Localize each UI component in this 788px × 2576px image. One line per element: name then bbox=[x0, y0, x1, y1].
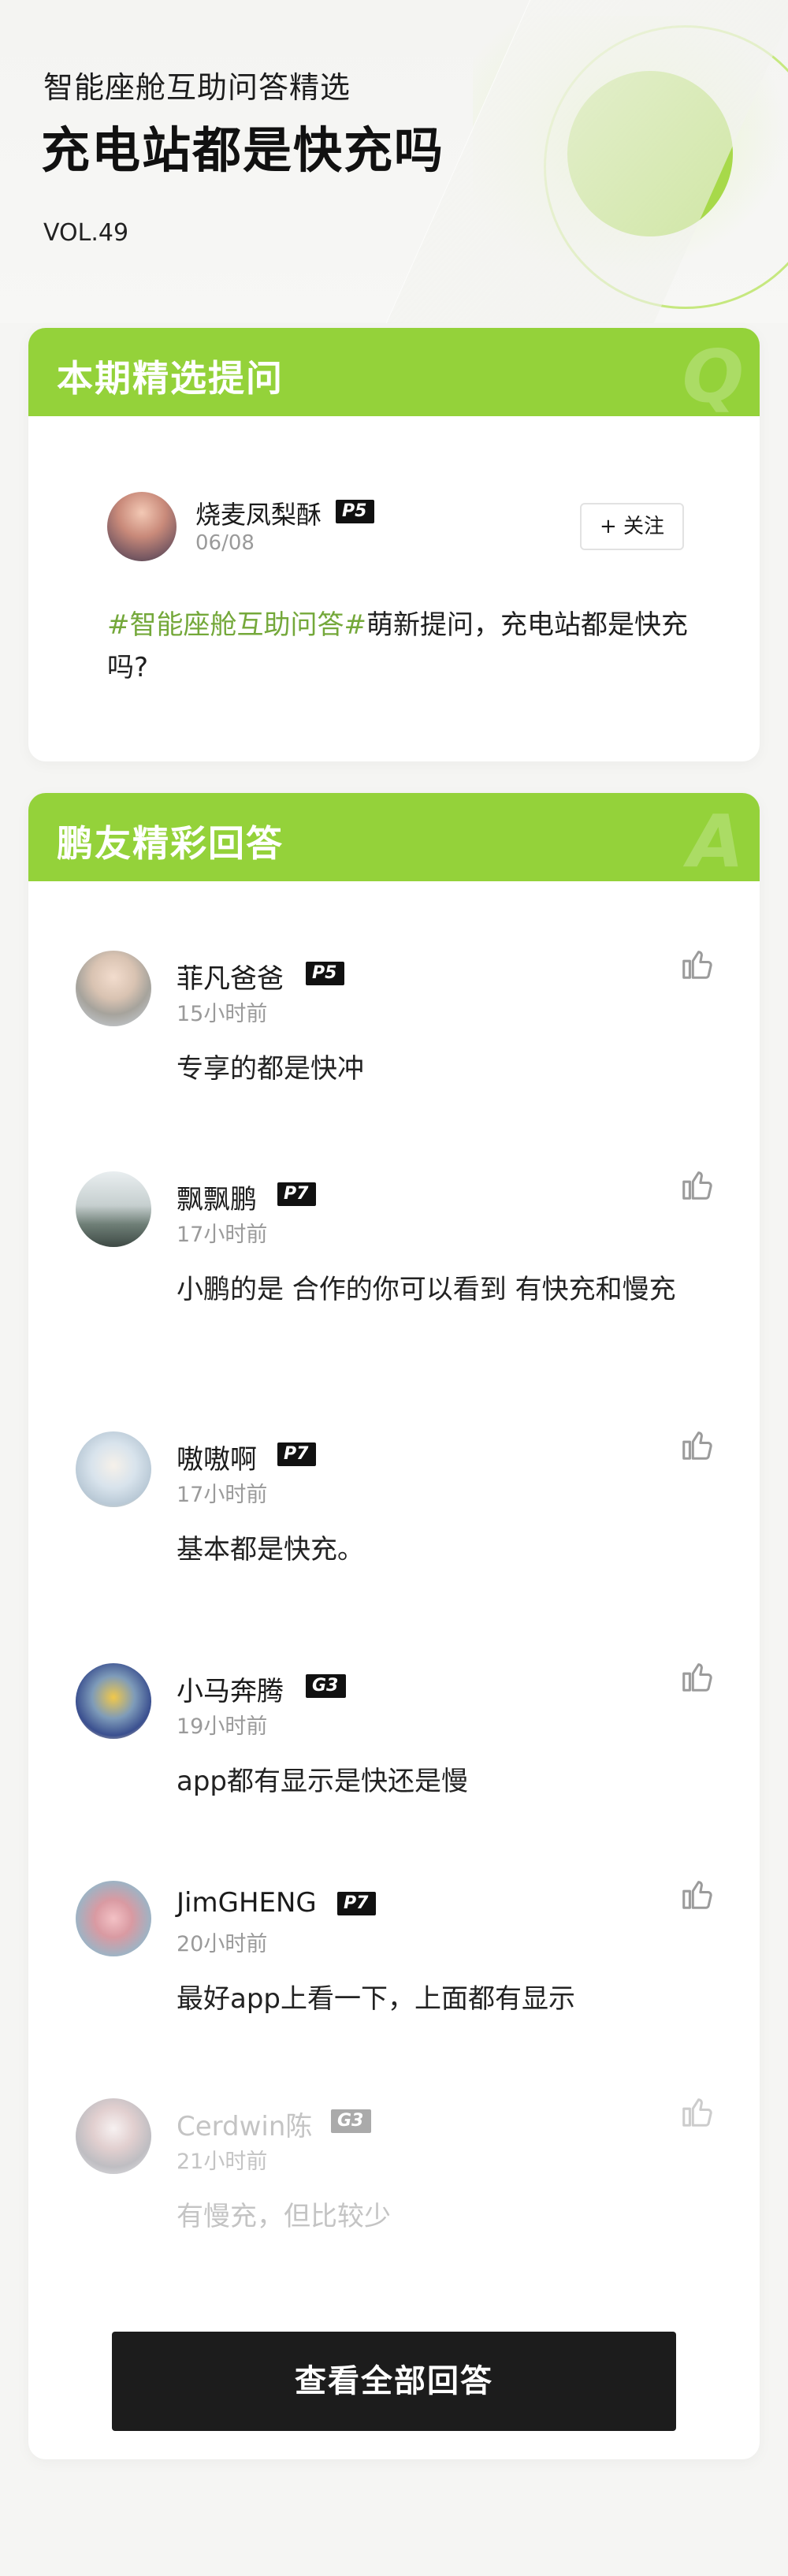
answer-text: 最好app上看一下，上面都有显示 bbox=[177, 1983, 575, 2015]
level-badge: G3 bbox=[306, 1674, 347, 1698]
level-badge: P7 bbox=[277, 1182, 317, 1206]
answer-time: 15小时前 bbox=[177, 1002, 268, 1026]
avatar[interactable] bbox=[76, 1663, 151, 1739]
answer-text: 基本都是快充。 bbox=[177, 1534, 364, 1565]
avatar[interactable] bbox=[76, 1431, 151, 1507]
answers-card: 鹏友精彩回答 A 菲凡爸爸 P5 15小时前 专享的都是快冲 飘飘鹏 P7 17… bbox=[28, 793, 760, 2459]
answer-time: 17小时前 bbox=[177, 1223, 268, 1247]
avatar[interactable] bbox=[76, 2098, 151, 2174]
answer-text: 有慢充，但比较少 bbox=[177, 2201, 391, 2232]
question-card-header: 本期精选提问 Q bbox=[28, 328, 760, 419]
answer-author-name[interactable]: 嗷嗷啊 bbox=[177, 1438, 257, 1476]
answer-text: app都有显示是快还是慢 bbox=[177, 1766, 468, 1797]
level-badge: P5 bbox=[306, 962, 345, 985]
question-card: 本期精选提问 Q 烧麦凤梨酥 P5 06/08 + 关注 #智能座舱互助问答#萌… bbox=[28, 328, 760, 761]
answer-item: JimGHENG P7 20小时前 最好app上看一下，上面都有显示 bbox=[28, 1881, 760, 2086]
thumbs-up-icon[interactable] bbox=[679, 1876, 716, 1912]
answers-card-title: 鹏友精彩回答 bbox=[57, 822, 284, 865]
question-date: 06/08 bbox=[195, 531, 255, 555]
avatar[interactable] bbox=[107, 492, 177, 561]
level-badge: P7 bbox=[277, 1442, 317, 1466]
thumbs-up-icon[interactable] bbox=[679, 946, 716, 982]
view-all-answers-button[interactable]: 查看全部回答 bbox=[112, 2332, 676, 2431]
answer-time: 20小时前 bbox=[177, 1932, 268, 1956]
volume-label: VOL.49 bbox=[43, 219, 129, 247]
answer-item: Cerdwin陈 G3 21小时前 有慢充，但比较少 bbox=[28, 2098, 760, 2303]
avatar[interactable] bbox=[76, 1881, 151, 1956]
answer-item: 小马奔腾 G3 19小时前 app都有显示是快还是慢 bbox=[28, 1663, 760, 1868]
answer-item: 嗷嗷啊 P7 17小时前 基本都是快充。 bbox=[28, 1431, 760, 1636]
a-letter-watermark: A bbox=[687, 799, 744, 884]
follow-button[interactable]: + 关注 bbox=[580, 503, 684, 550]
answer-author-name[interactable]: JimGHENG bbox=[177, 1887, 317, 1919]
question-card-title: 本期精选提问 bbox=[57, 357, 284, 400]
level-badge: P5 bbox=[336, 500, 375, 523]
answer-text: 专享的都是快冲 bbox=[177, 1053, 364, 1085]
answer-author-name[interactable]: Cerdwin陈 bbox=[177, 2105, 312, 2143]
q-letter-watermark: Q bbox=[682, 334, 744, 419]
answer-item: 飘飘鹏 P7 17小时前 小鹏的是 合作的你可以看到 有快充和慢充 bbox=[28, 1171, 760, 1376]
avatar[interactable] bbox=[76, 951, 151, 1026]
question-text: #智能座舱互助问答#萌新提问，充电站都是快充吗? bbox=[107, 604, 690, 689]
answers-card-header: 鹏友精彩回答 A bbox=[28, 793, 760, 884]
thumbs-up-icon[interactable] bbox=[679, 1167, 716, 1203]
question-author-name[interactable]: 烧麦凤梨酥 bbox=[195, 495, 322, 531]
thumbs-up-icon[interactable] bbox=[679, 2094, 716, 2130]
answer-text: 小鹏的是 合作的你可以看到 有快充和慢充 bbox=[177, 1274, 676, 1305]
answer-time: 17小时前 bbox=[177, 1483, 268, 1507]
answer-author-name[interactable]: 飘飘鹏 bbox=[177, 1178, 257, 1216]
level-badge: G3 bbox=[331, 2109, 372, 2133]
page-title: 充电站都是快充吗 bbox=[41, 121, 445, 179]
answer-author-name[interactable]: 小马奔腾 bbox=[177, 1670, 284, 1708]
answer-time: 21小时前 bbox=[177, 2150, 268, 2174]
answer-time: 19小时前 bbox=[177, 1714, 268, 1739]
avatar[interactable] bbox=[76, 1171, 151, 1247]
question-hashtag-link[interactable]: #智能座舱互助问答# bbox=[107, 609, 366, 641]
header-banner: 智能座舱互助问答精选 充电站都是快充吗 VOL.49 bbox=[0, 0, 788, 323]
thumbs-up-icon[interactable] bbox=[679, 1658, 716, 1695]
answer-item: 菲凡爸爸 P5 15小时前 专享的都是快冲 bbox=[28, 951, 760, 1156]
answer-author-name[interactable]: 菲凡爸爸 bbox=[177, 957, 284, 996]
level-badge: P7 bbox=[337, 1892, 377, 1915]
header-subtitle: 智能座舱互助问答精选 bbox=[43, 70, 351, 105]
thumbs-up-icon[interactable] bbox=[679, 1427, 716, 1463]
